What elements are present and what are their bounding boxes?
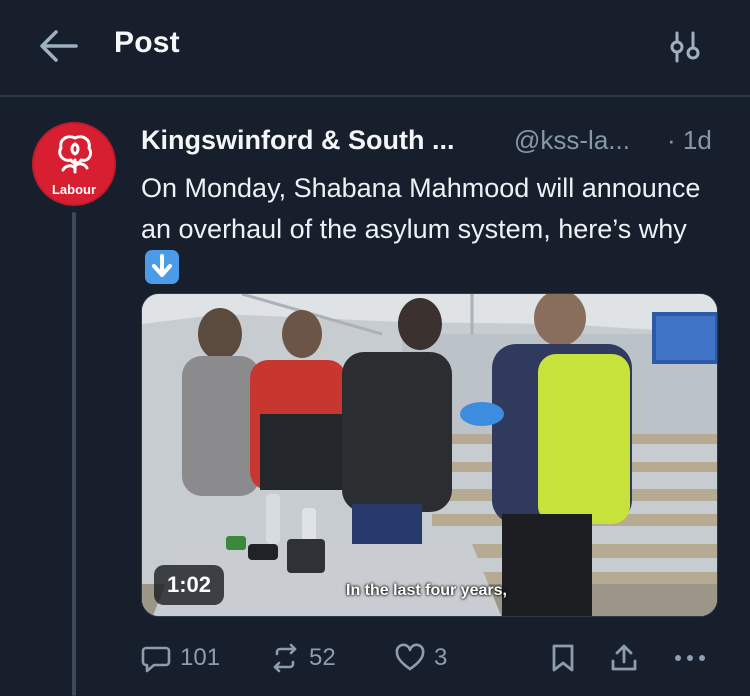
down-arrow-emoji-icon xyxy=(145,250,179,284)
heart-icon xyxy=(395,643,425,671)
share-icon xyxy=(611,644,637,671)
avatar-label: Labour xyxy=(51,182,97,197)
page-title: Post xyxy=(114,26,180,59)
repost-icon xyxy=(273,643,297,673)
author-handle[interactable]: @kss-la... xyxy=(514,125,630,156)
post-action-bar: 101 52 3 xyxy=(0,630,750,686)
repost-button[interactable]: 52 xyxy=(269,630,336,686)
share-button[interactable] xyxy=(608,630,640,686)
post-settings-button[interactable] xyxy=(664,28,706,66)
top-bar: Post xyxy=(0,0,750,97)
avatar[interactable]: Labour xyxy=(32,122,116,206)
video-frame-image xyxy=(142,294,717,616)
like-button[interactable]: 3 xyxy=(394,630,447,686)
more-options-button[interactable] xyxy=(673,630,707,686)
reply-button[interactable]: 101 xyxy=(140,630,220,686)
video-duration-badge: 1:02 xyxy=(154,565,225,605)
video-thumbnail[interactable]: 1:02 In the last four years, xyxy=(141,293,718,617)
arrow-left-icon xyxy=(40,30,78,62)
repost-count: 52 xyxy=(309,644,336,671)
reply-count: 101 xyxy=(180,644,221,671)
thread-connector-line xyxy=(72,212,76,696)
sliders-icon xyxy=(670,31,700,63)
bookmark-icon xyxy=(552,644,574,672)
author-name[interactable]: Kingswinford & South ... xyxy=(141,125,454,156)
like-count: 3 xyxy=(434,644,448,671)
bookmark-button[interactable] xyxy=(548,630,578,686)
post-text: On Monday, Shabana Mahmood will announce… xyxy=(141,168,721,291)
reply-icon xyxy=(141,646,171,673)
more-dots-icon xyxy=(675,655,705,661)
post-text-content: On Monday, Shabana Mahmood will announce… xyxy=(141,173,701,244)
labour-rose-logo xyxy=(58,135,93,174)
post-timestamp[interactable]: · 1d xyxy=(667,125,712,156)
back-button[interactable] xyxy=(36,25,82,67)
video-subtitle: In the last four years, xyxy=(346,582,507,599)
